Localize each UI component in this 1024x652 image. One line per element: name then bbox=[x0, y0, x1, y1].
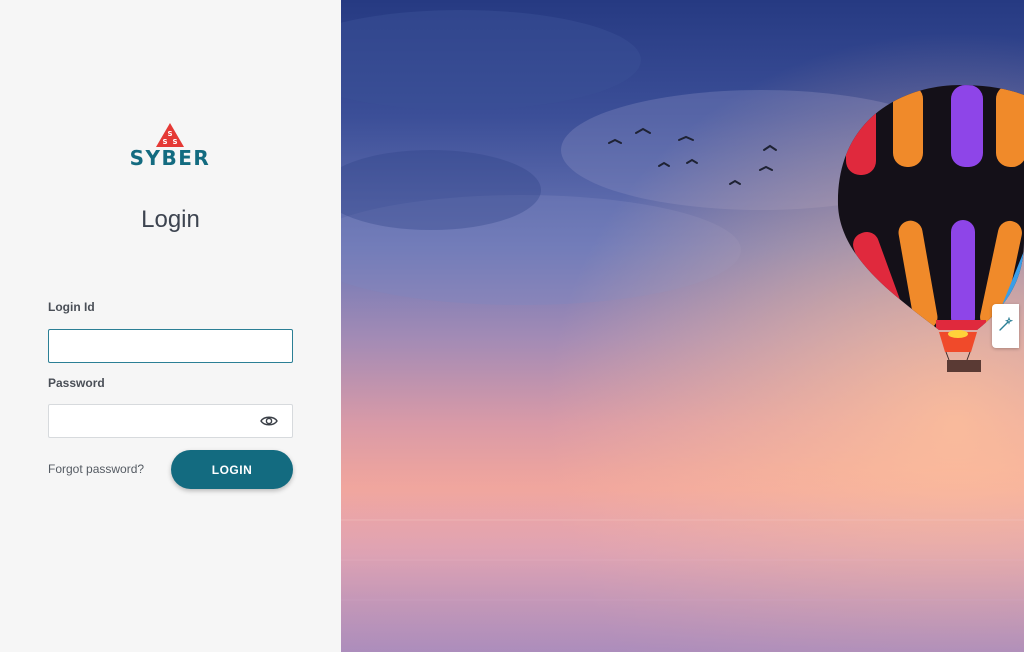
side-tool-button[interactable] bbox=[992, 304, 1019, 348]
magic-wand-icon bbox=[999, 317, 1013, 331]
forgot-password-link[interactable]: Forgot password? bbox=[48, 462, 144, 476]
eye-icon[interactable] bbox=[260, 414, 278, 428]
login-id-label: Login Id bbox=[48, 300, 95, 314]
svg-text:S: S bbox=[162, 138, 167, 146]
login-panel: S S S SYBER Login Login Id Password Forg… bbox=[0, 0, 341, 652]
svg-text:S: S bbox=[167, 130, 172, 138]
svg-text:S: S bbox=[172, 138, 177, 146]
hero-image bbox=[341, 0, 1024, 652]
balloon-scene bbox=[341, 0, 1024, 652]
password-label: Password bbox=[48, 376, 105, 390]
brand-logo: S S S SYBER bbox=[108, 122, 232, 172]
page-title: Login bbox=[141, 206, 200, 233]
login-button[interactable]: LOGIN bbox=[171, 450, 293, 489]
logo-text: SYBER bbox=[129, 146, 211, 170]
login-id-input[interactable] bbox=[48, 329, 293, 363]
password-input[interactable] bbox=[48, 404, 293, 438]
logo-mark-icon: S S S bbox=[156, 123, 184, 147]
